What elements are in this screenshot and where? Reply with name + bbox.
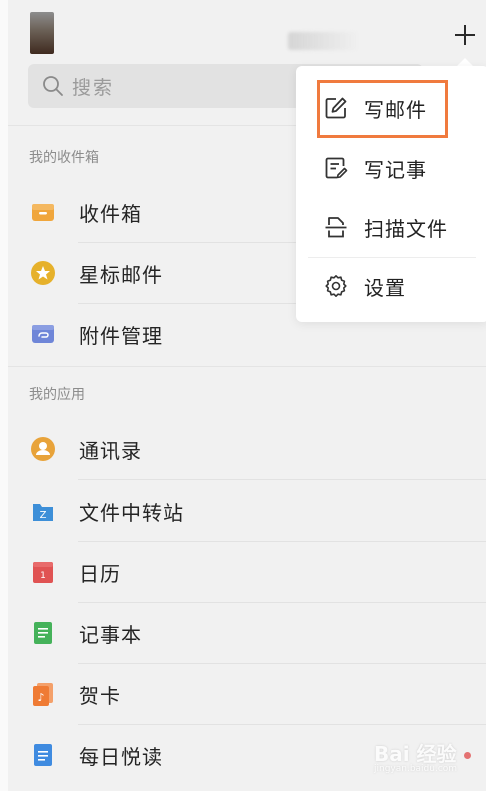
calendar-badge: 1 [40,571,46,581]
attachment-icon [30,321,56,347]
menu-item-label: 写邮件 [364,97,427,122]
write-note-icon [323,155,349,181]
watermark-url: jingyan.baidu.com [374,764,458,774]
user-avatar[interactable] [30,12,54,54]
left-margin [0,0,8,791]
list-item-label: 附件管理 [79,323,163,348]
plus-icon [455,25,475,45]
watermark-dot [464,752,471,759]
scan-document-icon [323,214,349,240]
mail-sidebar-page: 搜索 我的收件箱 收件箱 星标邮件 附件管理 我的应用 通讯录 Z 文件中转站 … [8,0,486,791]
baidu-jingyan-watermark: Bai 经验 jingyan.baidu.com [374,734,486,784]
star-icon [30,260,56,286]
list-item-file-transfer[interactable]: Z 文件中转站 [8,481,486,541]
search-placeholder: 搜索 [72,76,115,99]
menu-item-scan-document[interactable]: 扫描文件 [296,199,486,255]
divider [8,366,486,367]
contacts-icon [30,436,56,462]
list-item-calendar[interactable]: 1 日历 [8,542,486,602]
inbox-icon [30,199,56,225]
notebook-icon [30,620,56,646]
list-item-label: 通讯录 [79,438,142,463]
blurred-account-name [288,32,358,50]
add-menu-popup: 写邮件 写记事 扫描文件 设置 [296,66,486,322]
list-item-contacts[interactable]: 通讯录 [8,419,486,479]
greeting-card-icon: ♪ [30,681,56,707]
list-item-label: 贺卡 [79,683,121,708]
menu-item-compose-mail[interactable]: 写邮件 [296,80,486,136]
settings-gear-icon [323,273,349,299]
row-divider [78,479,486,480]
menu-item-write-note[interactable]: 写记事 [296,140,486,196]
list-item-label: 收件箱 [79,201,142,226]
list-item-label: 每日悦读 [79,744,163,769]
menu-item-label: 写记事 [364,157,427,182]
svg-text:Z: Z [40,510,47,521]
section-header-apps: 我的应用 [29,387,85,403]
search-icon [42,75,64,97]
calendar-icon: 1 [30,559,56,585]
file-transfer-icon: Z [30,498,56,524]
list-item-notebook[interactable]: 记事本 [8,603,486,663]
watermark-logo-text: Bai 经验 [374,742,457,766]
list-item-label: 文件中转站 [79,500,184,525]
list-item-label: 星标邮件 [79,262,163,287]
section-header-inbox: 我的收件箱 [29,150,99,166]
menu-item-label: 扫描文件 [364,216,448,241]
compose-mail-icon [323,95,349,121]
list-item-label: 日历 [79,561,121,586]
menu-item-label: 设置 [364,275,406,300]
list-item-greeting-card[interactable]: ♪ 贺卡 [8,664,486,724]
menu-item-settings[interactable]: 设置 [296,258,486,314]
list-item-label: 记事本 [79,622,142,647]
svg-text:♪: ♪ [37,691,44,704]
daily-reading-icon [30,742,56,768]
add-button[interactable] [448,18,482,52]
